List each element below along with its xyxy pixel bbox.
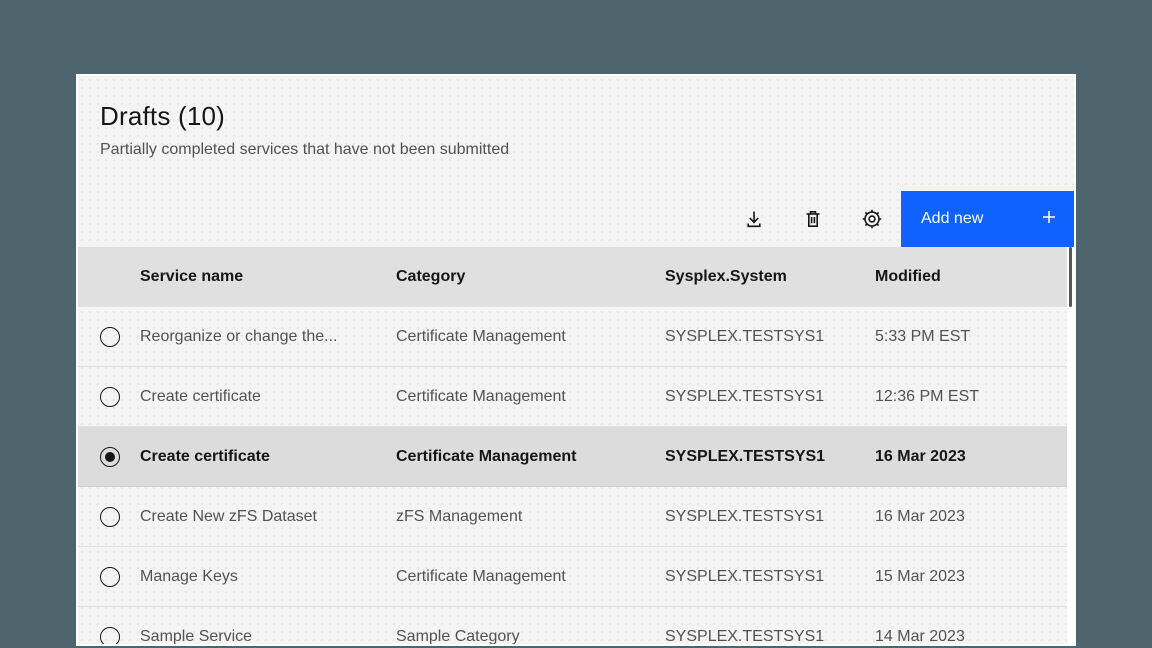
table-body: Reorganize or change the... Certificate … — [78, 307, 1074, 646]
cell-category: Sample Category — [396, 628, 665, 646]
table-row[interactable]: Create New zFS Dataset zFS Management SY… — [78, 487, 1074, 547]
cell-modified: 16 Mar 2023 — [875, 448, 1074, 466]
radio-cell — [78, 567, 140, 587]
table-header-row: Service name Category Sysplex.System Mod… — [78, 247, 1074, 307]
row-radio-button[interactable] — [100, 567, 120, 587]
row-radio-button[interactable] — [100, 447, 120, 467]
panel-header: Drafts (10) Partially completed services… — [78, 76, 1074, 159]
cell-service-name: Sample Service — [140, 628, 396, 646]
cell-sysplex: SYSPLEX.TESTSYS1 — [665, 448, 875, 466]
cell-service-name: Create New zFS Dataset — [140, 508, 396, 526]
cell-service-name: Create certificate — [140, 388, 396, 406]
column-header-modified[interactable]: Modified — [875, 268, 1074, 286]
add-new-label: Add new — [921, 210, 983, 228]
trash-icon — [803, 209, 823, 229]
cell-sysplex: SYSPLEX.TESTSYS1 — [665, 328, 875, 346]
row-radio-button[interactable] — [100, 507, 120, 527]
radio-cell — [78, 507, 140, 527]
download-icon — [744, 209, 764, 229]
cell-modified: 16 Mar 2023 — [875, 508, 1074, 526]
settings-icon — [861, 208, 883, 230]
cell-service-name: Manage Keys — [140, 568, 396, 586]
radio-cell — [78, 627, 140, 647]
page-subtitle: Partially completed services that have n… — [100, 141, 1074, 159]
download-button[interactable] — [724, 191, 783, 247]
cell-sysplex: SYSPLEX.TESTSYS1 — [665, 388, 875, 406]
scrollbar-thumb[interactable] — [1069, 247, 1072, 307]
drafts-table: Service name Category Sysplex.System Mod… — [78, 247, 1074, 644]
cell-modified: 14 Mar 2023 — [875, 628, 1074, 646]
radio-dot — [105, 452, 115, 462]
column-header-category[interactable]: Category — [396, 268, 665, 286]
row-radio-button[interactable] — [100, 327, 120, 347]
table-scrollbar[interactable] — [1067, 247, 1074, 644]
table-row[interactable]: Create certificate Certificate Managemen… — [78, 367, 1074, 427]
radio-cell — [78, 327, 140, 347]
delete-button[interactable] — [783, 191, 842, 247]
cell-sysplex: SYSPLEX.TESTSYS1 — [665, 568, 875, 586]
cell-service-name: Reorganize or change the... — [140, 328, 396, 346]
cell-category: Certificate Management — [396, 568, 665, 586]
table-toolbar: Add new — [78, 191, 1074, 247]
cell-modified: 12:36 PM EST — [875, 388, 1074, 406]
row-radio-button[interactable] — [100, 387, 120, 407]
cell-modified: 5:33 PM EST — [875, 328, 1074, 346]
column-header-sysplex-system[interactable]: Sysplex.System — [665, 268, 875, 286]
drafts-panel: Drafts (10) Partially completed services… — [76, 74, 1076, 646]
settings-button[interactable] — [842, 191, 901, 247]
row-radio-button[interactable] — [100, 627, 120, 647]
desktop-background: { "colors": { "page_bg": "#4e656e", "car… — [0, 0, 1152, 648]
cell-service-name: Create certificate — [140, 448, 396, 466]
column-header-service-name[interactable]: Service name — [140, 268, 396, 286]
page-title: Drafts (10) — [100, 101, 1074, 132]
plus-icon — [1041, 209, 1057, 230]
table-row[interactable]: Sample Service Sample Category SYSPLEX.T… — [78, 607, 1074, 646]
radio-cell — [78, 447, 140, 467]
cell-category: zFS Management — [396, 508, 665, 526]
cell-sysplex: SYSPLEX.TESTSYS1 — [665, 628, 875, 646]
table-row[interactable]: Reorganize or change the... Certificate … — [78, 307, 1074, 367]
radio-cell — [78, 387, 140, 407]
cell-category: Certificate Management — [396, 388, 665, 406]
table-row[interactable]: Create certificate Certificate Managemen… — [78, 427, 1074, 487]
cell-sysplex: SYSPLEX.TESTSYS1 — [665, 508, 875, 526]
cell-category: Certificate Management — [396, 448, 665, 466]
cell-modified: 15 Mar 2023 — [875, 568, 1074, 586]
add-new-button[interactable]: Add new — [901, 191, 1074, 247]
table-row[interactable]: Manage Keys Certificate Management SYSPL… — [78, 547, 1074, 607]
cell-category: Certificate Management — [396, 328, 665, 346]
